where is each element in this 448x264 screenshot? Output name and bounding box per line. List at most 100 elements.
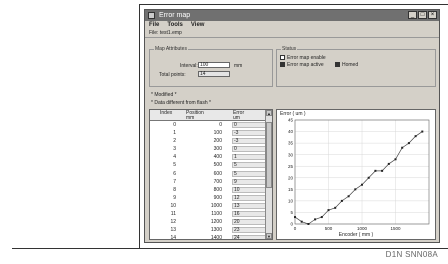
error-map-enable-checkbox[interactable] [280,55,285,60]
error-map-active-label: Error map active [287,62,324,68]
total-points-field: 14 [198,71,230,77]
row-position: 1000 [210,202,222,209]
row-index: 9 [173,194,176,201]
data-point [294,216,296,219]
table-row[interactable]: 10 1000 13 [150,202,266,210]
y-tick-label: 40 [288,129,294,134]
row-error-field[interactable]: 13 [232,202,266,209]
data-point [394,158,397,161]
table-row[interactable]: 6 600 5 [150,170,266,178]
row-error-field[interactable]: 10 [232,186,266,193]
row-index: 8 [173,186,176,193]
y-tick-label: 30 [288,152,294,157]
error-map-enable-label: Error map enable [287,55,326,61]
map-attributes-group: Map Attributes Interval: 100 mm Total po… [149,46,273,87]
row-error-field[interactable]: 1 [232,154,266,161]
row-error-field[interactable]: 23 [232,227,266,234]
table-row[interactable]: 8 800 10 [150,186,266,194]
table-row[interactable]: 7 700 9 [150,178,266,186]
menu-file[interactable]: File [149,21,159,29]
table-row[interactable]: 0 0 0 [150,121,266,129]
figure-frame-top [139,4,448,5]
row-error-field[interactable]: 5 [232,162,266,169]
close-button[interactable]: × [428,11,437,19]
data-point [307,223,310,225]
row-position: 1100 [211,211,222,218]
homed-indicator [335,62,340,67]
row-index: 4 [173,154,176,161]
data-point [381,169,384,172]
row-error-field[interactable]: 12 [232,194,266,201]
row-position: 1200 [210,219,222,226]
y-tick-label: 45 [288,118,294,123]
row-position: 200 [213,138,222,145]
row-index: 11 [170,211,176,218]
data-point [327,209,330,212]
window-title: Error map [159,12,191,19]
figure-frame-left [139,4,140,249]
table-row[interactable]: 1 100 -3 [150,129,266,137]
x-tick-label: 1500 [390,226,401,231]
maximize-button[interactable]: □ [418,11,427,19]
row-index: 0 [173,122,176,128]
x-tick-label: 500 [325,226,333,231]
row-index: 14 [170,235,176,240]
title-bar[interactable]: Error map _ □ × [145,10,439,21]
menu-bar: File Tools View [145,21,439,29]
data-point [340,199,343,202]
row-error-field[interactable]: 24 [232,235,266,239]
modified-note: * Modified * [151,92,177,98]
table-body: 0 0 0 1 100 -3 2 200 -3 3 300 0 4 400 1 5 500 5 6 600 5 7 700 9… [150,121,266,240]
file-path: File: test1.emp [145,29,439,38]
chart-svg: 0510152025303540450 500 1000 1500 [288,118,430,231]
row-error-field[interactable]: 9 [232,178,266,185]
row-error-field[interactable]: 16 [232,211,266,218]
table-row[interactable]: 12 1200 20 [150,218,266,226]
row-error-field[interactable]: 0 [232,122,266,128]
data-different-note: * Data different from flash * [151,100,211,106]
data-point [347,195,350,198]
minimize-button[interactable]: _ [408,11,417,19]
y-tick-label: 35 [288,141,294,146]
x-tick-label: 1000 [357,226,368,231]
table-row[interactable]: 11 1100 16 [150,210,266,218]
table-row[interactable]: 2 200 -3 [150,137,266,145]
x-tick-label: 0 [294,226,297,231]
table-row[interactable]: 13 1300 23 [150,226,266,234]
row-index: 7 [173,178,176,185]
row-error-field[interactable]: -3 [232,130,266,137]
row-error-field[interactable]: -3 [232,138,266,145]
row-position: 1300 [210,227,222,234]
table-row[interactable]: 9 900 12 [150,194,266,202]
y-tick-label: 10 [288,198,294,203]
row-error-field[interactable]: 5 [232,170,266,177]
map-attributes-title: Map Attributes [154,46,188,52]
data-point [407,142,410,145]
scroll-up-arrow[interactable]: ▲ [266,110,272,116]
scroll-thumb[interactable] [266,122,272,188]
table-row[interactable]: 3 300 0 [150,145,266,153]
scroll-down-arrow[interactable]: ▼ [266,233,272,239]
error-map-active-indicator [280,62,285,67]
interval-unit: mm [234,63,243,69]
error-map-window: Error map _ □ × File Tools View File: te… [144,9,440,243]
table-row[interactable]: 5 500 5 [150,161,266,169]
index-header: Index [160,110,173,116]
interval-label: Interval: [180,63,198,69]
row-position: 900 [213,194,222,201]
table-scrollbar[interactable]: ▲ ▼ [265,110,272,239]
menu-view[interactable]: View [191,21,205,29]
menu-tools[interactable]: Tools [167,21,183,29]
row-error-field[interactable]: 20 [232,219,266,226]
table-row[interactable]: 4 400 1 [150,153,266,161]
data-point [354,188,357,191]
data-point [387,162,390,165]
y-tick-label: 5 [290,210,293,215]
row-error-field[interactable]: 0 [232,146,266,153]
table-row[interactable]: 14 1400 24 [150,234,266,240]
row-index: 5 [173,162,176,169]
interval-field[interactable]: 100 [198,62,230,68]
y-tick-label: 15 [288,187,294,192]
row-position: 100 [213,130,222,137]
row-position: 500 [213,162,222,169]
